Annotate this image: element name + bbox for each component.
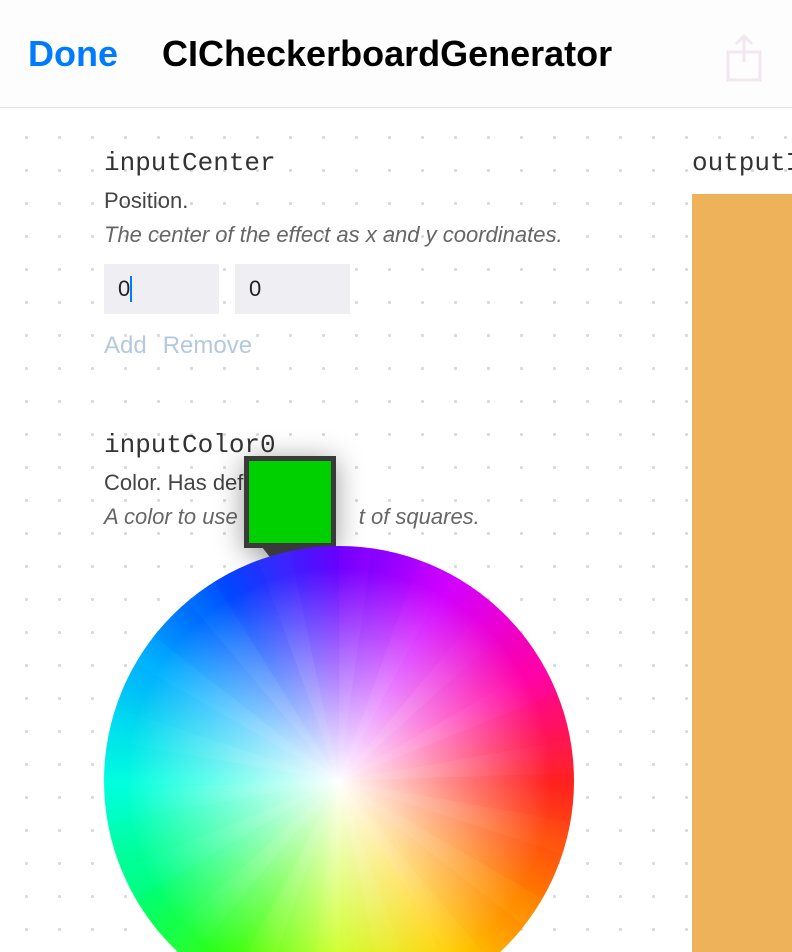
params-panel: inputCenter Position. The center of the …: [0, 108, 792, 952]
output-preview: [692, 194, 792, 952]
desc-post: t of squares.: [359, 504, 480, 529]
param-type: Position.: [104, 188, 792, 214]
param-input-color0: inputColor0 Color. Has defaul A color to…: [104, 430, 792, 952]
color-picker[interactable]: [104, 546, 792, 952]
selected-color-swatch: [244, 456, 336, 548]
content-area: inputCenter Position. The center of the …: [0, 108, 792, 952]
param-name: inputCenter: [104, 148, 792, 178]
text-caret: [130, 276, 132, 302]
header-bar: Done CICheckerboardGenerator: [0, 0, 792, 108]
add-remove-row: Add Remove: [104, 332, 792, 360]
add-link[interactable]: Add: [104, 332, 147, 360]
color-wheel[interactable]: [104, 546, 574, 952]
facet-overlay: [104, 546, 574, 952]
param-desc: The center of the effect as x and y coor…: [104, 222, 792, 248]
done-button[interactable]: Done: [28, 33, 118, 75]
remove-link[interactable]: Remove: [163, 332, 252, 360]
param-type: Color. Has defaul: [104, 470, 792, 496]
param-desc: A color to use for xxxxxxx t of squares.: [104, 504, 792, 530]
x-input[interactable]: 0: [104, 264, 219, 314]
y-input[interactable]: [235, 264, 350, 314]
xy-inputs: 0: [104, 264, 792, 314]
x-value: 0: [118, 276, 130, 302]
param-name: inputColor0: [104, 430, 792, 460]
share-icon[interactable]: [722, 34, 766, 84]
param-input-center: inputCenter Position. The center of the …: [104, 148, 792, 360]
page-title: CICheckerboardGenerator: [162, 33, 612, 75]
output-panel: outputIm: [692, 148, 792, 948]
output-label: outputIm: [692, 148, 792, 178]
